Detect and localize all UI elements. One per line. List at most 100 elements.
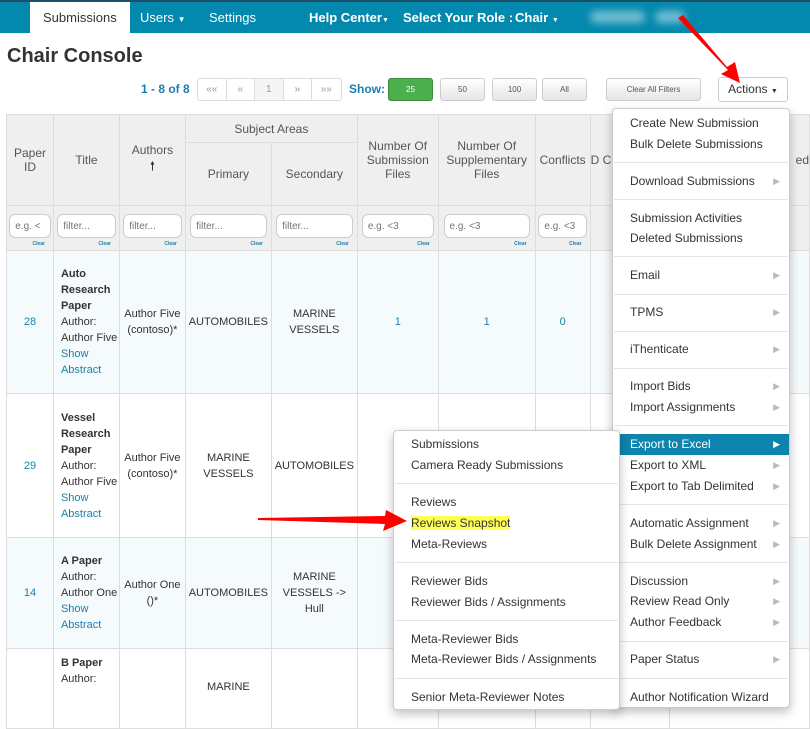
menu-item-label: Meta-Reviewer Bids / Assignments (411, 652, 597, 666)
clear-link[interactable]: Clear (164, 241, 177, 247)
submenu-caret-icon: ▶ (773, 307, 780, 317)
clear-link[interactable]: Clear (514, 241, 527, 247)
actions-menu-item[interactable]: Discussion ▶ (613, 571, 789, 592)
menu-item-label: Export to XML (630, 458, 707, 472)
header-submission-files[interactable]: Number Of Submission Files (356, 114, 439, 206)
show-abstract-link[interactable]: Show Abstract (61, 603, 101, 631)
clear-link[interactable]: Clear (569, 241, 582, 247)
filter-submission-files[interactable] (361, 214, 434, 239)
show-label: Show: (349, 82, 385, 96)
nav-tab-settings[interactable]: Settings (209, 2, 256, 33)
nav-tab-users[interactable]: Users ▼ (140, 2, 186, 33)
actions-menu-item[interactable]: Email ▶ (613, 265, 789, 286)
header-supplementary-files[interactable]: Number Of Supplementary Files (437, 114, 536, 206)
supplementary-files-link[interactable]: 1 (484, 316, 490, 328)
top-nav: Submissions Users ▼ Settings Help Center… (0, 0, 810, 33)
filter-paper-id[interactable] (9, 214, 51, 239)
actions-menu-item[interactable]: iThenticate ▶ (613, 339, 789, 360)
actions-menu-item[interactable]: Import Bids ▶ (613, 376, 789, 397)
clear-link[interactable]: Clear (336, 241, 349, 247)
actions-menu-item[interactable]: Download Submissions ▶ (613, 171, 789, 192)
export-menu-item[interactable]: Meta-Reviewer Bids (394, 629, 619, 650)
menu-divider (614, 294, 788, 295)
clear-link[interactable]: Clear (417, 241, 430, 247)
show-abstract-link[interactable]: Show Abstract (61, 492, 101, 520)
page-1-button[interactable]: 1 (255, 79, 284, 100)
primary-cell: MARINE (184, 648, 272, 729)
export-menu-item[interactable]: Reviewer Bids (394, 571, 619, 592)
nav-tab-submissions[interactable]: Submissions (30, 2, 130, 33)
actions-menu-item[interactable]: Submission Activities (613, 208, 789, 229)
actions-button[interactable]: Actions ▼ (718, 77, 788, 102)
next-page-button[interactable]: » (284, 79, 312, 100)
page-size-25-button[interactable]: 25 (388, 78, 433, 101)
export-menu-item[interactable]: Senior Meta-Reviewer Notes (394, 687, 619, 708)
filter-title[interactable] (57, 214, 116, 239)
menu-item-label: Bulk Delete Submissions (630, 137, 763, 151)
actions-menu-item[interactable]: Create New Submission (613, 113, 789, 134)
actions-menu-item[interactable]: Bulk Delete Submissions (613, 134, 789, 155)
show-abstract-link[interactable]: Show Abstract (61, 348, 101, 376)
prev-page-button[interactable]: « (227, 79, 255, 100)
last-page-button[interactable]: »» (312, 79, 341, 100)
export-menu-item[interactable]: Meta-Reviews (394, 534, 619, 555)
actions-menu-item[interactable]: Import Assignments ▶ (613, 397, 789, 418)
submission-files-link[interactable]: 1 (395, 316, 401, 328)
title-cell: A Paper Author: Author One Show Abstract (52, 537, 120, 649)
menu-item-label: Reviews Snapshot (411, 516, 511, 530)
header-primary[interactable]: Primary (184, 142, 272, 206)
menu-item-label: iThenticate (630, 342, 689, 356)
export-menu-item[interactable]: Meta-Reviewer Bids / Assignments (394, 649, 619, 670)
export-menu-item[interactable]: Reviews Snapshot (394, 513, 619, 534)
header-authors[interactable]: Authors 🠕 (118, 114, 186, 206)
actions-menu-item[interactable]: Export to XML ▶ (613, 455, 789, 476)
actions-menu-item[interactable]: Deleted Submissions (613, 228, 789, 249)
clear-link[interactable]: Clear (250, 241, 263, 247)
title-cell: Auto Research Paper Author: Author Five Sho… (52, 250, 120, 394)
actions-menu: Create New Submission Bulk Delete Submiss… (612, 108, 790, 708)
page-size-all-button[interactable]: All (542, 78, 587, 101)
submenu-caret-icon: ▶ (773, 381, 780, 391)
export-menu-item[interactable]: Submissions (394, 434, 619, 455)
first-page-button[interactable]: «« (198, 79, 227, 100)
author-name: Author One (60, 587, 118, 599)
filter-secondary[interactable] (276, 214, 353, 239)
actions-menu-item[interactable]: Review Read Only ▶ (613, 591, 789, 612)
export-menu-item[interactable]: Camera Ready Submissions (394, 455, 619, 476)
export-menu-item[interactable]: Reviewer Bids / Assignments (394, 592, 619, 613)
actions-menu-item[interactable]: Author Feedback ▶ (613, 612, 789, 633)
actions-menu-item[interactable]: Author Notification Wizard (613, 687, 789, 708)
actions-menu-item[interactable]: Bulk Delete Assignment ▶ (613, 534, 789, 555)
actions-menu-item[interactable]: TPMS ▶ (613, 302, 789, 323)
clear-link[interactable]: Clear (98, 241, 111, 247)
clear-link[interactable]: Clear (32, 241, 45, 247)
secondary-cell: MARINE VESSELS (270, 250, 358, 394)
role-label: Select Your Role : (403, 10, 514, 25)
users-label: Users (140, 10, 174, 25)
filter-authors[interactable] (123, 214, 182, 239)
filter-primary[interactable] (190, 214, 267, 239)
page-size-50-button[interactable]: 50 (440, 78, 485, 101)
conflicts-link[interactable]: 0 (560, 316, 566, 328)
menu-divider (395, 620, 618, 621)
header-title[interactable]: Title (52, 114, 120, 206)
paper-id: 28 (6, 250, 54, 394)
export-menu-item[interactable]: Reviews (394, 492, 619, 513)
header-conflicts[interactable]: Conflicts (534, 114, 591, 206)
menu-item-label: Meta-Reviewer Bids (411, 632, 519, 646)
nav-help-center[interactable]: Help Center▼ (309, 2, 389, 33)
header-paper-id[interactable]: Paper ID (6, 114, 54, 206)
primary-cell: MARINE VESSELS (184, 393, 272, 538)
filter-conflicts[interactable] (538, 214, 587, 239)
menu-item-label: Bulk Delete Assignment (630, 537, 757, 551)
page-size-100-button[interactable]: 100 (492, 78, 537, 101)
actions-menu-item[interactable]: Export to Excel ▶ (613, 434, 789, 455)
actions-menu-item[interactable]: Export to Tab Delimited ▶ (613, 476, 789, 497)
actions-menu-item[interactable]: Paper Status ▶ (613, 649, 789, 670)
actions-menu-item[interactable]: Automatic Assignment ▶ (613, 513, 789, 534)
role-selector[interactable]: Chair ▼ (515, 2, 559, 33)
filter-supplementary-files[interactable] (443, 214, 530, 239)
title-cell: B Paper Author: (52, 648, 120, 729)
clear-all-filters-button[interactable]: Clear All Filters (606, 78, 701, 101)
header-secondary[interactable]: Secondary (270, 142, 358, 206)
